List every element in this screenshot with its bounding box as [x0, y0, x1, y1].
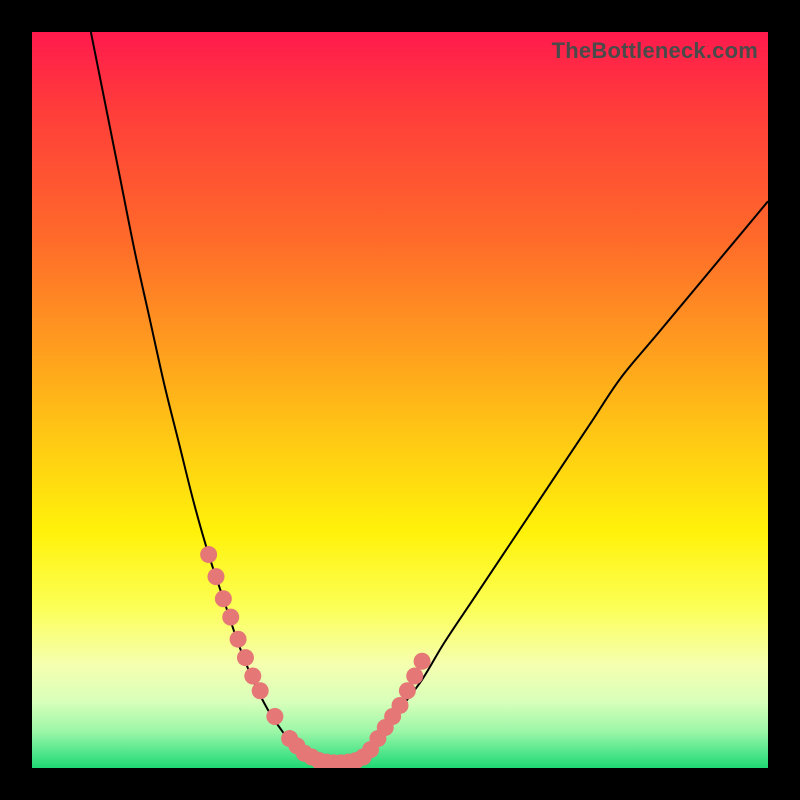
- chart-frame: TheBottleneck.com: [0, 0, 800, 800]
- chart-svg: [32, 32, 768, 768]
- highlight-dot: [406, 668, 423, 685]
- highlight-dot: [399, 682, 416, 699]
- highlight-dot: [200, 546, 217, 563]
- highlight-dot: [414, 653, 431, 670]
- highlight-dot: [215, 590, 232, 607]
- highlight-dot: [208, 568, 225, 585]
- highlight-dot: [252, 682, 269, 699]
- highlight-dot: [244, 668, 261, 685]
- plot-area: TheBottleneck.com: [32, 32, 768, 768]
- highlight-dot: [222, 609, 239, 626]
- highlight-dot: [237, 649, 254, 666]
- highlight-dot: [392, 697, 409, 714]
- bottleneck-curve: [91, 32, 768, 765]
- highlight-dot: [230, 631, 247, 648]
- highlight-dot: [266, 708, 283, 725]
